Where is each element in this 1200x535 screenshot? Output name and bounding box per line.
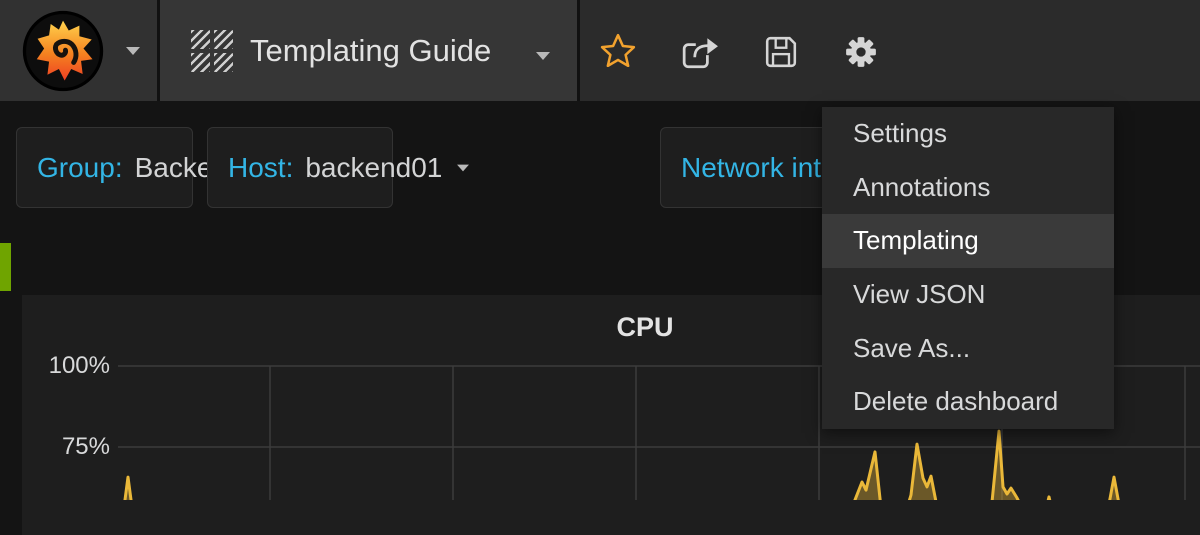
gear-icon [844,35,878,69]
row-toggle-handle[interactable] [0,243,11,291]
logo-section [0,0,157,101]
settings-button[interactable] [844,35,878,69]
star-button[interactable] [600,33,636,67]
menu-item-settings[interactable]: Settings [822,107,1114,161]
variable-value: backend01 [305,152,442,184]
menu-item-annotations[interactable]: Annotations [822,161,1114,215]
variable-selector-host[interactable]: Host: backend01 [207,127,393,208]
dashboard-title[interactable]: Templating Guide [250,0,491,101]
navbar-divider [577,0,580,101]
menu-item-view-json[interactable]: View JSON [822,268,1114,322]
menu-item-templating[interactable]: Templating [822,214,1114,268]
share-button[interactable] [681,35,719,69]
menu-item-save-as[interactable]: Save As... [822,321,1114,375]
share-icon [681,35,719,69]
grafana-logo[interactable] [22,10,104,92]
title-dropdown-caret[interactable] [536,52,550,60]
top-navbar: Templating Guide [0,0,1200,101]
dashboard-title-section[interactable]: Templating Guide [160,0,577,101]
y-tick-label: 100% [22,352,110,380]
settings-dropdown-menu: Settings Annotations Templating View JSO… [822,107,1114,429]
save-button[interactable] [764,35,798,69]
dashboard-grid-icon [191,30,235,72]
variable-label: Group: [37,152,123,184]
menu-item-delete-dashboard[interactable]: Delete dashboard [822,375,1114,429]
variable-selector-group[interactable]: Group: Backend [16,127,193,208]
logo-dropdown-caret[interactable] [126,47,140,55]
chevron-down-icon [457,164,469,171]
variable-label: Host: [228,152,293,184]
save-icon [764,35,798,69]
y-tick-label: 75% [22,433,110,461]
star-icon [600,33,636,67]
variable-label: Network int [681,152,821,184]
